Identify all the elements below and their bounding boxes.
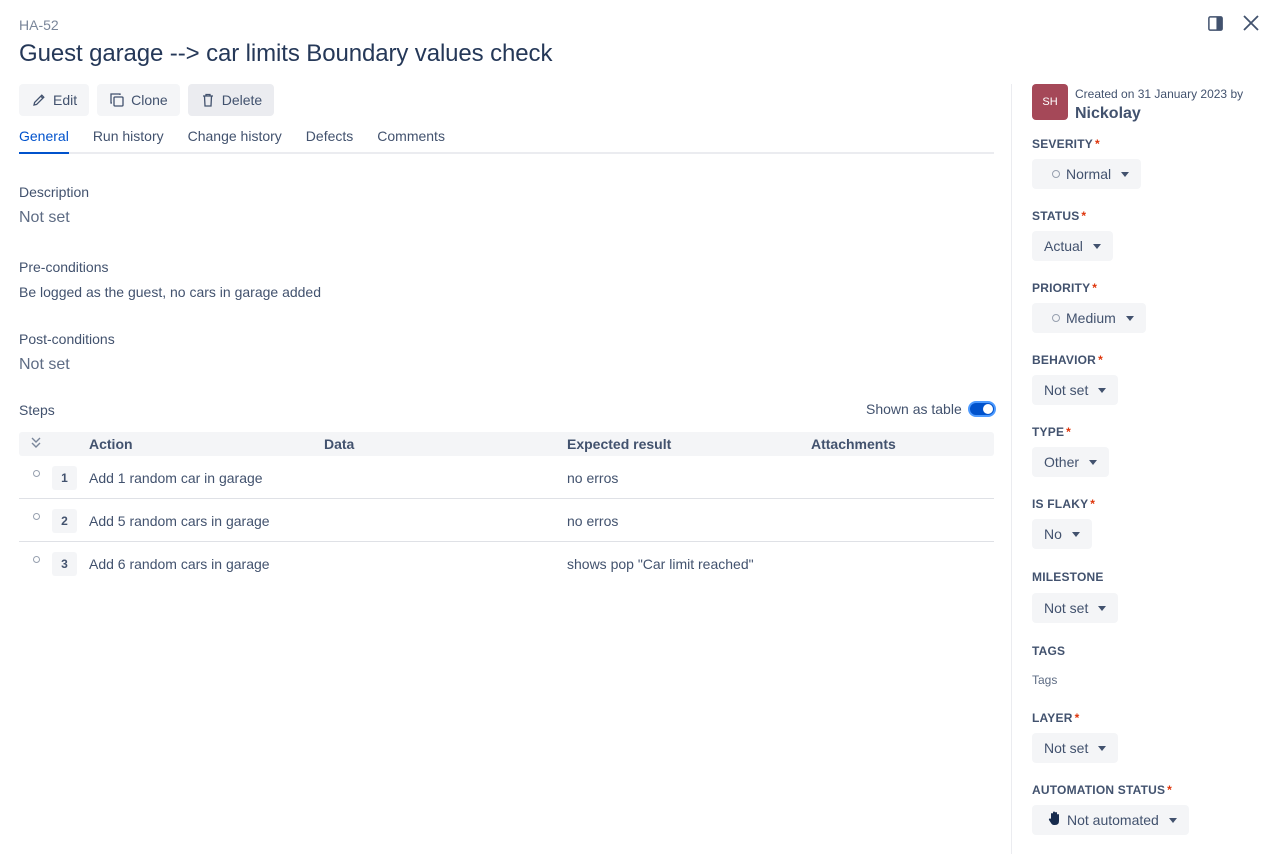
caret-down-icon — [1098, 605, 1107, 611]
behavior-value: Not set — [1044, 382, 1089, 398]
tab-comments[interactable]: Comments — [377, 128, 445, 152]
step-status-dot — [33, 513, 40, 520]
table-row[interactable]: 3 Add 6 random cars in garage shows pop … — [19, 542, 994, 585]
step-expected-result: shows pop "Car limit reached" — [567, 556, 754, 572]
delete-button[interactable]: Delete — [187, 84, 275, 116]
automation-status-label: Automation status * — [1032, 783, 1173, 797]
severity-select[interactable]: Normal — [1032, 159, 1142, 189]
step-status-dot — [33, 556, 40, 563]
column-expected-result: Expected result — [567, 436, 672, 452]
is-flaky-value: No — [1044, 526, 1062, 542]
priority-label: Priority * — [1032, 281, 1098, 295]
window-controls — [1206, 14, 1260, 32]
layer-value: Not set — [1044, 740, 1089, 756]
table-view-switch[interactable] — [967, 401, 996, 417]
table-view-toggle-label: Shown as table — [866, 401, 962, 417]
caret-down-icon — [1121, 171, 1130, 177]
step-action: Add 1 random car in garage — [89, 470, 263, 486]
tab-defects[interactable]: Defects — [306, 128, 353, 152]
caret-down-icon — [1071, 531, 1080, 537]
type-value: Other — [1044, 454, 1080, 470]
toolbar: Edit Clone Delete — [19, 84, 275, 116]
table-row[interactable]: 1 Add 1 random car in garage no erros — [19, 456, 994, 499]
avatar[interactable]: SH — [1032, 84, 1068, 120]
description-value[interactable]: Not set — [19, 209, 70, 227]
description-label: Description — [19, 184, 90, 200]
layer-select[interactable]: Not set — [1032, 733, 1119, 763]
sidebar-divider — [1011, 84, 1012, 854]
step-number: 2 — [52, 509, 77, 533]
step-number: 1 — [52, 466, 77, 490]
step-expected-result: no erros — [567, 470, 619, 486]
is-flaky-select[interactable]: No — [1032, 519, 1092, 549]
tags-input[interactable]: Tags — [1032, 673, 1057, 687]
hand-icon — [1048, 811, 1061, 829]
step-status-dot — [33, 470, 40, 477]
caret-down-icon — [1168, 817, 1177, 823]
caret-down-icon — [1098, 745, 1107, 751]
tab-bar: General Run history Change history Defec… — [19, 128, 994, 154]
behavior-select[interactable]: Not set — [1032, 375, 1119, 405]
step-action: Add 6 random cars in garage — [89, 556, 270, 572]
pencil-icon — [33, 94, 45, 106]
caret-down-icon — [1089, 459, 1098, 465]
clone-button-label: Clone — [131, 92, 168, 108]
table-row[interactable]: 2 Add 5 random cars in garage no erros — [19, 499, 994, 542]
column-action: Action — [89, 436, 133, 452]
trash-icon — [202, 93, 213, 107]
steps-table-header: Action Data Expected result Attachments — [19, 432, 994, 456]
column-attachments: Attachments — [811, 436, 896, 452]
type-label: Type * — [1032, 425, 1072, 439]
preconditions-label: Pre-conditions — [19, 259, 109, 275]
status-label: Status * — [1032, 209, 1087, 223]
collapse-all-icon[interactable] — [30, 436, 42, 453]
is-flaky-label: Is flaky * — [1032, 497, 1096, 511]
milestone-label: Milestone — [1032, 570, 1104, 584]
severity-value: Normal — [1066, 166, 1112, 182]
milestone-select[interactable]: Not set — [1032, 593, 1119, 623]
layer-label: Layer * — [1032, 711, 1080, 725]
case-key: HA-52 — [19, 17, 59, 33]
status-value: Actual — [1044, 238, 1083, 254]
postconditions-value[interactable]: Not set — [19, 356, 70, 374]
steps-table: Action Data Expected result Attachments … — [19, 432, 994, 585]
severity-circle-icon — [1052, 170, 1060, 178]
tags-label: Tags — [1032, 644, 1066, 658]
caret-down-icon — [1092, 243, 1101, 249]
automation-status-select[interactable]: Not automated — [1032, 805, 1189, 835]
step-expected-result: no erros — [567, 513, 619, 529]
tab-general[interactable]: General — [19, 128, 69, 154]
steps-label: Steps — [19, 402, 55, 418]
copy-icon — [110, 93, 124, 107]
preconditions-value[interactable]: Be logged as the guest, no cars in garag… — [19, 284, 321, 300]
author-name[interactable]: Nickolay — [1075, 105, 1141, 123]
panel-toggle-icon[interactable] — [1206, 14, 1224, 32]
severity-label: Severity * — [1032, 137, 1100, 151]
type-select[interactable]: Other — [1032, 447, 1110, 477]
priority-circle-icon — [1052, 314, 1060, 322]
caret-down-icon — [1125, 315, 1134, 321]
milestone-value: Not set — [1044, 600, 1089, 616]
page-title: Guest garage --> car limits Boundary val… — [19, 40, 553, 67]
tab-change-history[interactable]: Change history — [188, 128, 282, 152]
column-data: Data — [324, 436, 355, 452]
tab-run-history[interactable]: Run history — [93, 128, 164, 152]
table-view-toggle: Shown as table — [866, 401, 996, 417]
delete-button-label: Delete — [221, 92, 263, 108]
edit-button[interactable]: Edit — [19, 84, 90, 116]
behavior-label: Behavior * — [1032, 353, 1103, 367]
close-icon[interactable] — [1242, 14, 1260, 32]
postconditions-label: Post-conditions — [19, 331, 115, 347]
caret-down-icon — [1098, 387, 1107, 393]
status-select[interactable]: Actual — [1032, 231, 1113, 261]
clone-button[interactable]: Clone — [97, 84, 180, 116]
step-action: Add 5 random cars in garage — [89, 513, 270, 529]
step-number: 3 — [52, 552, 77, 576]
priority-value: Medium — [1066, 310, 1116, 326]
automation-status-value: Not automated — [1067, 812, 1159, 828]
created-info: Created on 31 January 2023 by — [1075, 87, 1244, 101]
edit-button-label: Edit — [53, 92, 78, 108]
priority-select[interactable]: Medium — [1032, 303, 1146, 333]
